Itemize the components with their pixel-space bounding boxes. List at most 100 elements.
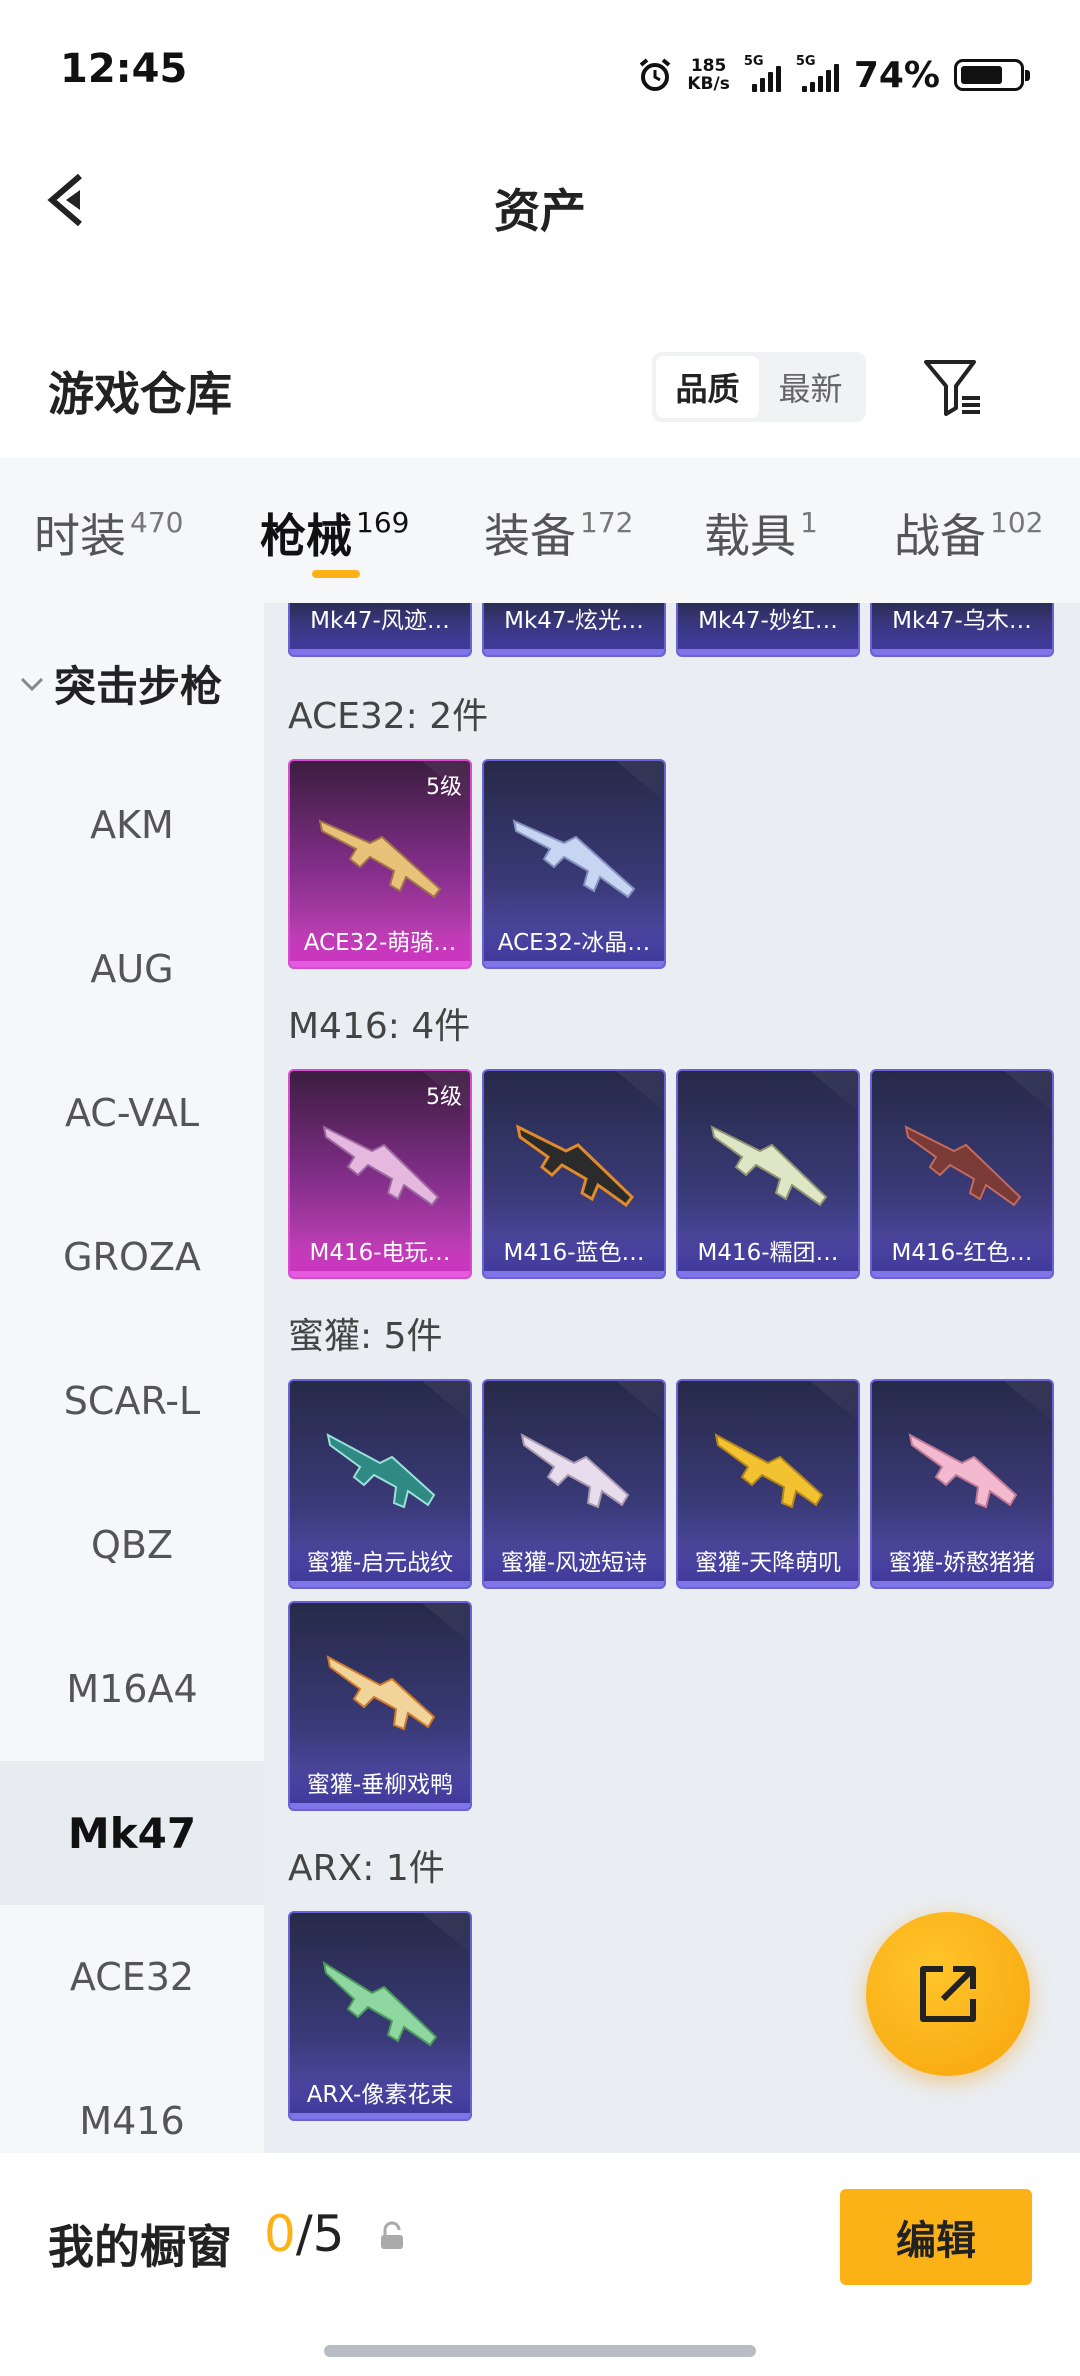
rifle-skin-icon [710,1125,828,1207]
sidebar-item-mk47[interactable]: Mk47 [0,1761,264,1905]
tab-supplies[interactable]: 战备 102 [894,500,1043,566]
weapon-name: 蜜獾-风迹短诗 [484,1543,664,1587]
weapon-card[interactable]: 蜜獾-风迹短诗 [482,1379,666,1589]
network-speed-unit: KB/s [687,74,730,94]
category-tabs: 时装 470 枪械 169 装备 172 载具 1 战备 102 [0,458,1080,603]
page-title: 资产 [494,184,586,238]
network-speed-value: 185 [690,56,727,76]
weapon-name: 蜜獾-启元战纹 [290,1543,470,1587]
sort-option-latest[interactable]: 最新 [759,356,862,418]
smg-skin-icon [520,1433,630,1509]
section-label-honey-badger: 蜜獾: 5件 [288,1316,443,1357]
weapon-card[interactable]: 蜜獾-启元战纹 [288,1379,472,1589]
tab-fashion[interactable]: 时装 470 [34,500,183,566]
share-button[interactable] [866,1912,1030,2076]
weapon-name: ARX-像素花束 [290,2075,470,2119]
tab-count: 470 [130,506,184,539]
sort-option-quality[interactable]: 品质 [656,356,759,418]
tab-equipment[interactable]: 装备 172 [484,500,633,566]
battery-percent: 74% [853,54,940,96]
weapon-card[interactable]: ACE32-冰晶… [482,759,666,969]
weapon-card[interactable]: 5级 ACE32-萌骑… [288,759,472,969]
status-time: 12:45 [60,46,188,92]
weapon-card[interactable]: 蜜獾-天降萌叽 [676,1379,860,1589]
sidebar-item-scar-l[interactable]: SCAR-L [0,1329,264,1473]
weapon-name: Mk47-风迹… [290,603,470,655]
weapon-name: Mk47-炫光… [484,603,664,655]
tab-count: 102 [990,506,1044,539]
weapon-level: 5级 [426,1085,462,1110]
rifle-skin-icon [515,1124,634,1208]
weapon-card[interactable]: M416-红色… [870,1069,1054,1279]
smg-skin-icon [326,1655,436,1731]
smg-skin-icon [908,1433,1018,1509]
signal-label: 5G [743,54,764,69]
weapon-card[interactable]: 5级 M416-电玩… [288,1069,472,1279]
tab-count: 169 [356,506,410,539]
sidebar-item-aug[interactable]: AUG [0,897,264,1041]
signal-label: 5G [795,54,816,69]
tab-label: 载具 [704,509,796,563]
sidebar-item-ace32[interactable]: ACE32 [0,1905,264,2049]
sort-toggle: 品质 最新 [652,352,866,422]
sidebar-group-assault-rifle[interactable]: 突击步枪 [18,653,222,714]
showcase-label: 我的橱窗 [48,2220,232,2274]
weapon-card[interactable]: Mk47-妙红… [676,603,860,657]
section-label-arx: ARX: 1件 [288,1848,445,1889]
sidebar-item-m16a4[interactable]: M16A4 [0,1617,264,1761]
tab-label: 装备 [484,509,576,563]
weapon-card[interactable]: ARX-像素花束 [288,1911,472,2121]
smg-skin-icon [714,1433,824,1509]
showcase-current: 0 [264,2205,296,2263]
home-indicator[interactable] [324,2345,756,2357]
chevron-down-icon [20,677,44,691]
active-tab-indicator [312,570,360,578]
tab-firearms[interactable]: 枪械 169 [260,500,409,566]
weapon-card[interactable]: Mk47-风迹… [288,603,472,657]
section-label-ace32: ACE32: 2件 [288,696,489,737]
showcase-bar: 我的橱窗 0/5 编辑 [0,2153,1080,2376]
signal-strength-icon: 5G [796,54,840,92]
rifle-skin-icon [318,819,442,899]
tab-count: 1 [800,506,818,539]
status-bar: 12:45 185 KB/s 5G 5G 74% [0,0,1080,140]
weapon-name: 蜜獾-垂柳戏鸭 [290,1765,470,1809]
weapon-card[interactable]: 蜜獾-垂柳戏鸭 [288,1601,472,1811]
tab-label: 枪械 [260,509,352,563]
weapon-type-sidebar: 突击步枪 AKM AUG AC-VAL GROZA SCAR-L QBZ M16… [0,603,264,2153]
sidebar-item-akm[interactable]: AKM [0,753,264,897]
weapon-level: 5级 [426,775,462,800]
weapon-name: 蜜獾-天降萌叽 [678,1543,858,1587]
weapon-card[interactable]: Mk47-炫光… [482,603,666,657]
status-icons: 185 KB/s 5G 5G 74% [637,50,1030,100]
sidebar-item-groza[interactable]: GROZA [0,1185,264,1329]
sidebar-item-m416[interactable]: M416 [0,2049,264,2153]
filter-button[interactable] [918,352,988,422]
weapon-name: M416-糯团… [678,1233,858,1277]
rifle-skin-icon [322,1125,440,1207]
rifle-skin-icon [512,819,636,899]
edit-button[interactable]: 编辑 [840,2189,1032,2285]
weapon-name: ACE32-冰晶… [484,923,664,967]
network-speed: 185 KB/s [687,57,729,93]
filter-icon [924,360,980,416]
weapon-card[interactable]: Mk47-乌木… [870,603,1054,657]
sidebar-group-label: 突击步枪 [54,662,223,711]
signal-strength-icon: 5G [744,54,782,92]
weapon-name: M416-蓝色… [484,1233,664,1277]
battery-icon [954,59,1030,91]
tab-vehicles[interactable]: 载具 1 [704,500,818,566]
weapon-name: M416-红色… [872,1233,1052,1277]
weapon-name: Mk47-乌木… [872,603,1052,655]
weapon-name: Mk47-妙红… [678,603,858,655]
sidebar-item-ac-val[interactable]: AC-VAL [0,1041,264,1185]
weapon-card[interactable]: M416-糯团… [676,1069,860,1279]
lock-icon [381,2221,403,2249]
weapon-card[interactable]: 蜜獾-娇憨猪猪 [870,1379,1054,1589]
weapon-name: ACE32-萌骑… [290,923,470,967]
sidebar-item-qbz[interactable]: QBZ [0,1473,264,1617]
alarm-icon [637,57,673,93]
weapon-card[interactable]: M416-蓝色… [482,1069,666,1279]
weapon-name: 蜜獾-娇憨猪猪 [872,1543,1052,1587]
rifle-skin-icon [322,1960,438,2047]
